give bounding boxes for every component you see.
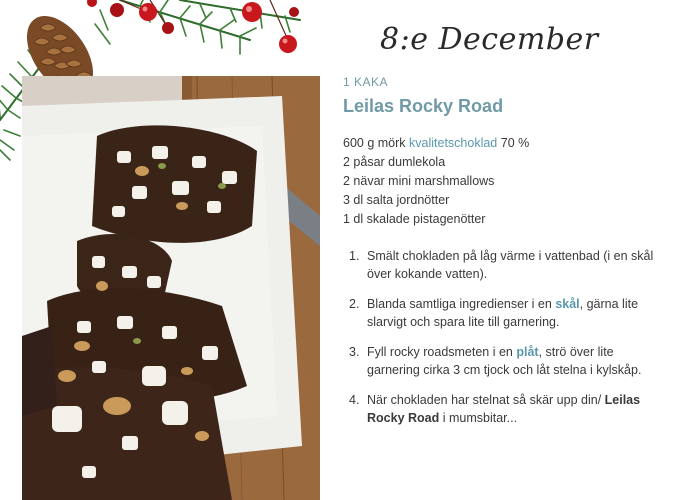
step-number: 4. [349, 393, 360, 407]
date-title: 8:e December [380, 22, 599, 57]
berries-icon [87, 0, 299, 53]
step-text: Smält chokladen på låg värme i vattenbad… [367, 249, 654, 281]
ingredient-link[interactable]: kvalitetschoklad [409, 136, 497, 150]
step-text: När chokladen har stelnat så skär upp di… [367, 393, 605, 407]
step-number: 2. [349, 297, 360, 311]
ingredients-list: 600 g mörk kvalitetschoklad 70 % 2 påsar… [343, 134, 663, 229]
ingredient-item: 1 dl skalade pistagenötter [343, 212, 486, 226]
step-link[interactable]: skål [555, 297, 579, 311]
step-text: Fyll rocky roadsmeten i en [367, 345, 517, 359]
ingredient-item: 3 dl salta jordnötter [343, 193, 450, 207]
step-number: 1. [349, 249, 360, 263]
ingredient-item: 2 nävar mini marshmallows [343, 174, 495, 188]
step-item: 3. Fyll rocky roadsmeten i en plåt, strö … [343, 343, 663, 379]
step-text: i mumsbitar... [439, 411, 518, 425]
step-item: 1. Smält chokladen på låg värme i vattenb… [343, 247, 663, 283]
step-item: 2. Blanda samtliga ingredienser i en skål… [343, 295, 663, 331]
step-link[interactable]: plåt [516, 345, 538, 359]
recipe-content: 1 KAKA Leilas Rocky Road 600 g mörk kval… [343, 75, 663, 439]
step-number: 3. [349, 345, 360, 359]
ingredient-text: 70 % [497, 136, 530, 150]
recipe-yield: 1 KAKA [343, 75, 389, 89]
step-text: Blanda samtliga ingredienser i en [367, 297, 556, 311]
ingredient-item: 2 påsar dumlekola [343, 155, 446, 169]
ingredient-item: 600 g mörk kvalitetschoklad 70 % [343, 134, 663, 153]
rocky-road-photo [22, 76, 320, 500]
step-item: 4. När chokladen har stelnat så skär upp … [343, 391, 663, 427]
steps-list: 1. Smält chokladen på låg värme i vattenb… [343, 247, 663, 427]
recipe-title: Leilas Rocky Road [343, 96, 504, 116]
ingredient-text: 600 g mörk [343, 136, 410, 150]
